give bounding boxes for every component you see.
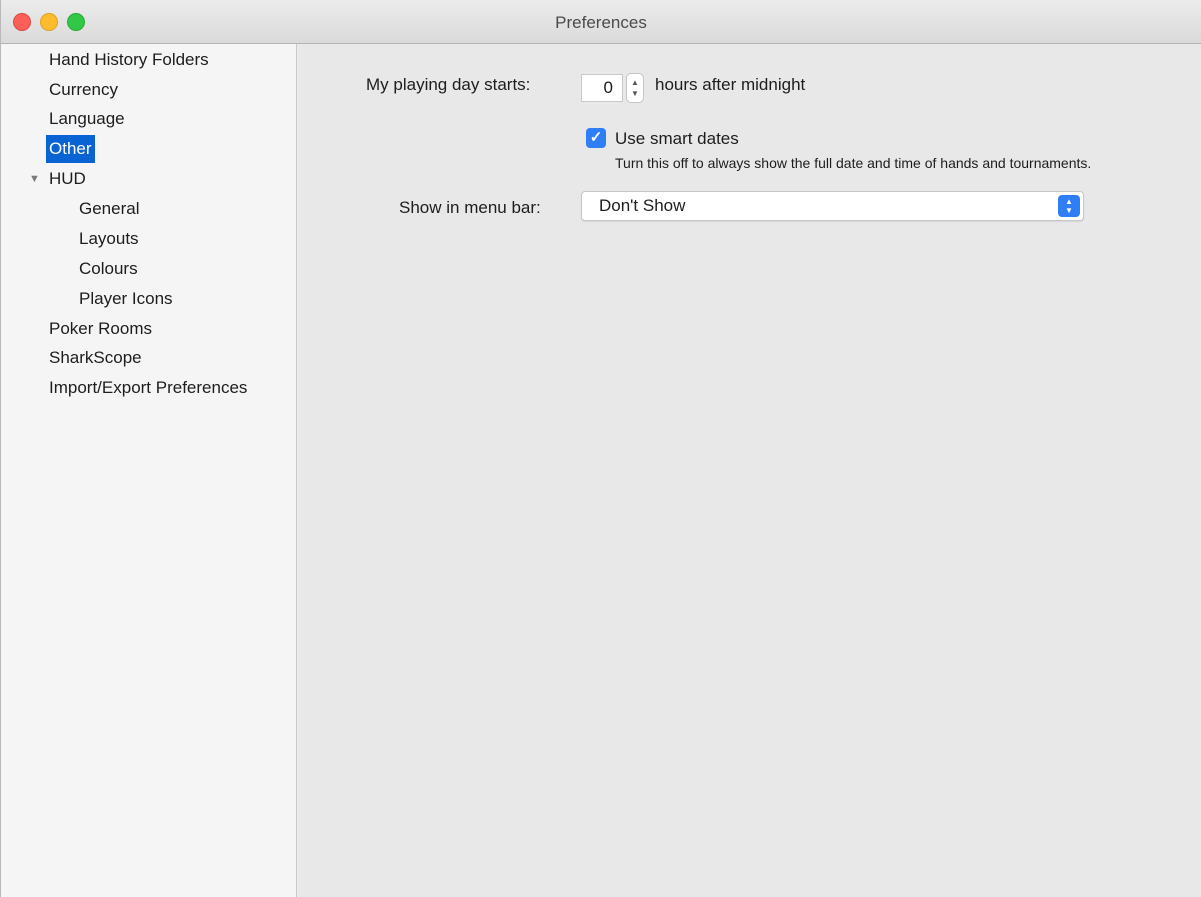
sidebar-item-layouts[interactable]: Layouts	[79, 225, 139, 253]
preferences-content: My playing day starts: 0 ▲ ▼ hours after…	[298, 44, 1201, 897]
title-bar: Preferences	[1, 0, 1201, 44]
sidebar-item-language[interactable]: Language	[49, 105, 125, 133]
checkmark-icon: ✓	[589, 129, 603, 146]
menu-bar-selected-value: Don't Show	[599, 196, 686, 215]
disclosure-triangle-icon[interactable]: ▼	[29, 165, 41, 193]
smart-dates-checkbox[interactable]: ✓	[586, 128, 606, 148]
menu-bar-select[interactable]: Don't Show ▲ ▼	[581, 191, 1084, 221]
sidebar-item-other[interactable]: Other	[46, 135, 95, 163]
sidebar-item-player-icons[interactable]: Player Icons	[79, 285, 173, 313]
chevron-up-down-icon[interactable]: ▲ ▼	[1058, 195, 1080, 217]
sidebar-item-import-export-preferences[interactable]: Import/Export Preferences	[49, 374, 247, 402]
smart-dates-hint: Turn this off to always show the full da…	[615, 155, 1092, 171]
sidebar-item-poker-rooms[interactable]: Poker Rooms	[49, 315, 152, 343]
sidebar-item-general[interactable]: General	[79, 195, 139, 223]
stepper-down-icon[interactable]: ▼	[627, 89, 643, 99]
sidebar: Hand History Folders Currency Language O…	[1, 44, 297, 897]
playing-day-label: My playing day starts:	[366, 75, 531, 94]
sidebar-item-sharkscope[interactable]: SharkScope	[49, 344, 142, 372]
sidebar-item-colours[interactable]: Colours	[79, 255, 138, 283]
playing-day-suffix: hours after midnight	[655, 75, 806, 94]
window-title: Preferences	[555, 13, 647, 32]
stepper-up-icon[interactable]: ▲	[627, 78, 643, 88]
menu-bar-label: Show in menu bar:	[399, 198, 541, 217]
playing-day-hours-field[interactable]: 0	[581, 74, 623, 102]
smart-dates-label[interactable]: Use smart dates	[615, 129, 739, 149]
preferences-window: Preferences Hand History Folders Currenc…	[0, 0, 1201, 897]
sidebar-item-hud[interactable]: HUD	[49, 165, 86, 193]
sidebar-item-currency[interactable]: Currency	[49, 76, 118, 104]
playing-day-stepper[interactable]: ▲ ▼	[626, 73, 644, 103]
sidebar-item-hand-history-folders[interactable]: Hand History Folders	[49, 46, 209, 74]
